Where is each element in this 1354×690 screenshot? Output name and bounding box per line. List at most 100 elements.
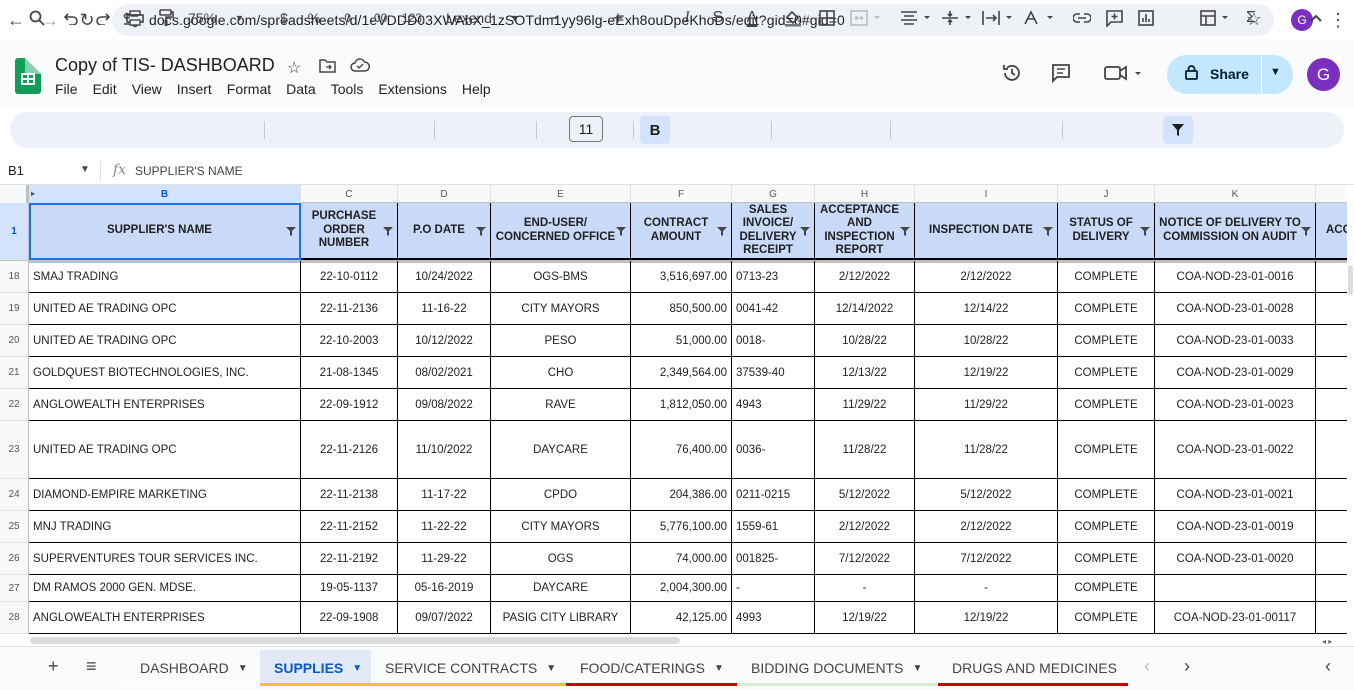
scroll-left-right-icon[interactable]: ◂ ▸ xyxy=(1322,637,1332,646)
filter-dropdown-icon[interactable] xyxy=(717,227,727,236)
header-cell-sales-invoice[interactable]: SALES INVOICE/ DELIVERY RECEIPT xyxy=(732,203,815,260)
cell-sales-invoice[interactable]: 0018- xyxy=(732,325,815,357)
fill-color-icon[interactable] xyxy=(782,0,804,36)
star-icon[interactable]: ☆ xyxy=(287,58,301,78)
row-header-23[interactable]: 23 xyxy=(0,421,29,479)
strikethrough-button[interactable]: S xyxy=(709,0,727,36)
browser-menu-icon[interactable]: ⋮ xyxy=(1329,10,1347,31)
cell-supplier[interactable]: DIAMOND-EMPIRE MARKETING xyxy=(29,479,301,511)
cell-status[interactable]: COMPLETE xyxy=(1058,357,1155,389)
cell-sales-invoice[interactable]: - xyxy=(732,575,815,602)
cell-sales-invoice[interactable]: 4993 xyxy=(732,602,815,634)
cell-inspection-date[interactable]: 12/19/22 xyxy=(915,357,1058,389)
cell-po-number[interactable]: 21-08-1345 xyxy=(301,357,398,389)
cell-notice-of-delivery[interactable]: COA-NOD-23-01-0021 xyxy=(1155,479,1316,511)
column-header-k[interactable]: K xyxy=(1155,185,1316,203)
cell-sales-invoice[interactable]: 1559-61 xyxy=(732,511,815,543)
search-menus-icon[interactable] xyxy=(27,0,47,36)
cell-end-user[interactable]: OGS xyxy=(491,543,631,575)
cell-end-user[interactable]: CITY MAYORS xyxy=(491,293,631,325)
menu-tools[interactable]: Tools xyxy=(331,81,364,97)
insert-comment-icon[interactable] xyxy=(1103,0,1125,36)
cell-supplier[interactable]: SUPERVENTURES TOUR SERVICES INC. xyxy=(29,543,301,575)
horizontal-align-icon[interactable] xyxy=(899,0,933,36)
cell-supplier[interactable]: ANGLOWEALTH ENTERPRISES xyxy=(29,389,301,421)
cell-inspection-date[interactable]: - xyxy=(915,575,1058,602)
cell-sales-invoice[interactable]: 4943 xyxy=(732,389,815,421)
cell-inspection-date[interactable]: 5/12/2022 xyxy=(915,479,1058,511)
account-avatar[interactable]: G xyxy=(1307,58,1340,91)
column-header-e[interactable]: E xyxy=(491,185,631,203)
hidden-column-arrow-icon[interactable]: ▸ xyxy=(31,189,35,198)
row-header-1[interactable]: 1 xyxy=(0,203,29,260)
cell-acceptance-report[interactable]: 11/29/22 xyxy=(815,389,915,421)
cell-po-number[interactable]: 19-05-1137 xyxy=(301,575,398,602)
cell-status[interactable]: COMPLETE xyxy=(1058,293,1155,325)
sheet-tab-bidding-documents[interactable]: BIDDING DOCUMENTS ▼ xyxy=(737,650,938,686)
cell-po-number[interactable]: 22-10-0112 xyxy=(301,261,398,293)
cell-notice-of-delivery[interactable]: COA-NOD-23-01-0019 xyxy=(1155,511,1316,543)
cell-inspection-date[interactable]: 11/29/22 xyxy=(915,389,1058,421)
cell-acceptance-report[interactable]: 12/19/22 xyxy=(815,602,915,634)
all-sheets-icon[interactable]: ≡ xyxy=(86,656,97,677)
header-cell-contract-amount[interactable]: CONTRACT AMOUNT xyxy=(631,203,732,260)
cell-acceptance-report[interactable]: 10/28/22 xyxy=(815,325,915,357)
menu-edit[interactable]: Edit xyxy=(93,81,117,97)
header-cell-status[interactable]: STATUS OF DELIVERY xyxy=(1058,203,1155,260)
filter-dropdown-icon[interactable] xyxy=(1140,227,1150,236)
row-header-21[interactable]: 21 xyxy=(0,357,29,389)
filter-dropdown-icon[interactable] xyxy=(286,227,296,236)
column-header-j[interactable]: J xyxy=(1058,185,1155,203)
cell-po-date[interactable]: 11-29-22 xyxy=(398,543,491,575)
cell-sales-invoice[interactable]: 0211-0215 xyxy=(732,479,815,511)
cell-notice-of-delivery[interactable]: COA-NOD-23-01-0020 xyxy=(1155,543,1316,575)
row-header-18[interactable]: 18 xyxy=(0,261,29,293)
move-folder-icon[interactable] xyxy=(319,58,336,78)
cell-acceptance-report[interactable]: - xyxy=(815,575,915,602)
cell-po-date[interactable]: 10/12/2022 xyxy=(398,325,491,357)
horizontal-scroll-thumb[interactable] xyxy=(30,637,680,644)
menu-data[interactable]: Data xyxy=(286,81,316,97)
cell-contract-amount[interactable]: 42,125.00 xyxy=(631,602,732,634)
merge-cells-icon[interactable] xyxy=(848,0,884,36)
cell-status[interactable]: COMPLETE xyxy=(1058,511,1155,543)
cell-status[interactable]: COMPLETE xyxy=(1058,421,1155,479)
sheet-tab-food-caterings[interactable]: FOOD/CATERINGS ▼ xyxy=(566,650,737,686)
row-header-27[interactable]: 27 xyxy=(0,575,29,602)
sheet-tab-service-contracts[interactable]: SERVICE CONTRACTS ▼ xyxy=(371,650,566,686)
borders-icon[interactable] xyxy=(816,0,838,36)
filter-dropdown-icon[interactable] xyxy=(1301,227,1311,236)
cell-supplier[interactable]: GOLDQUEST BIOTECHNOLOGIES, INC. xyxy=(29,357,301,389)
sheet-tab-supplies[interactable]: SUPPLIES ▼ xyxy=(260,650,371,686)
cell-end-user[interactable]: OGS-BMS xyxy=(491,261,631,293)
cell-po-date[interactable]: 11-16-22 xyxy=(398,293,491,325)
cell-po-date[interactable]: 11-17-22 xyxy=(398,479,491,511)
insert-link-icon[interactable] xyxy=(1071,0,1093,36)
cell-notice-of-delivery[interactable]: COA-NOD-23-01-0033 xyxy=(1155,325,1316,357)
cell-sales-invoice[interactable]: 0041-42 xyxy=(732,293,815,325)
cloud-status-icon[interactable] xyxy=(350,58,370,77)
cell-supplier[interactable]: ANGLOWEALTH ENTERPRISES xyxy=(29,602,301,634)
cell-status[interactable]: COMPLETE xyxy=(1058,389,1155,421)
cell-end-user[interactable]: CITY MAYORS xyxy=(491,511,631,543)
filter-views-icon[interactable] xyxy=(1199,0,1233,36)
header-cell-supplier[interactable]: SUPPLIER'S NAME xyxy=(29,203,301,260)
column-header-f[interactable]: F xyxy=(631,185,732,203)
insert-chart-icon[interactable] xyxy=(1135,0,1157,36)
cell-contract-amount[interactable]: 74,000.00 xyxy=(631,543,732,575)
cell-status[interactable]: COMPLETE xyxy=(1058,543,1155,575)
add-sheet-icon[interactable]: + xyxy=(48,656,59,677)
cell-inspection-date[interactable]: 10/28/22 xyxy=(915,325,1058,357)
hide-menus-icon[interactable] xyxy=(1305,0,1327,36)
increase-decimal-button[interactable]: .00 xyxy=(367,0,391,36)
cell-inspection-date[interactable]: 11/28/22 xyxy=(915,421,1058,479)
text-rotation-icon[interactable] xyxy=(1022,0,1056,36)
cell-po-number[interactable]: 22-11-2136 xyxy=(301,293,398,325)
cell-supplier[interactable]: MNJ TRADING xyxy=(29,511,301,543)
cell-acceptance-report[interactable]: 11/28/22 xyxy=(815,421,915,479)
zoom-select[interactable]: 75% ▼ xyxy=(188,0,250,36)
decrease-decimal-button[interactable]: .0 xyxy=(336,0,356,36)
cell-end-user[interactable]: RAVE xyxy=(491,389,631,421)
cell-contract-amount[interactable]: 3,516,697.00 xyxy=(631,261,732,293)
cell-acceptance-report[interactable]: 7/12/2022 xyxy=(815,543,915,575)
